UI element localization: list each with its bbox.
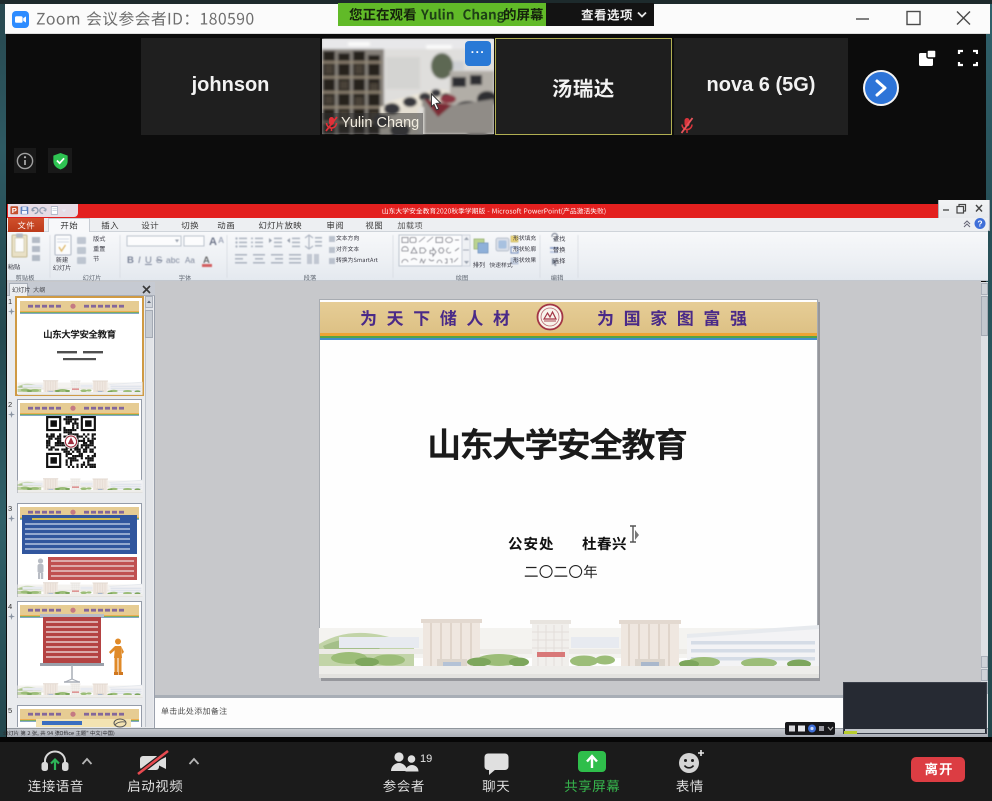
svg-text:S: S	[156, 255, 162, 266]
svg-text:A: A	[218, 235, 224, 245]
svg-text:I: I	[138, 255, 141, 266]
svg-text:A: A	[209, 236, 217, 248]
svg-text:U: U	[145, 255, 152, 266]
svg-text:P: P	[12, 206, 17, 215]
svg-text:Aa: Aa	[185, 256, 195, 265]
svg-text:?: ?	[977, 219, 982, 229]
svg-text:B: B	[127, 255, 134, 266]
svg-text:abc: abc	[166, 255, 180, 265]
